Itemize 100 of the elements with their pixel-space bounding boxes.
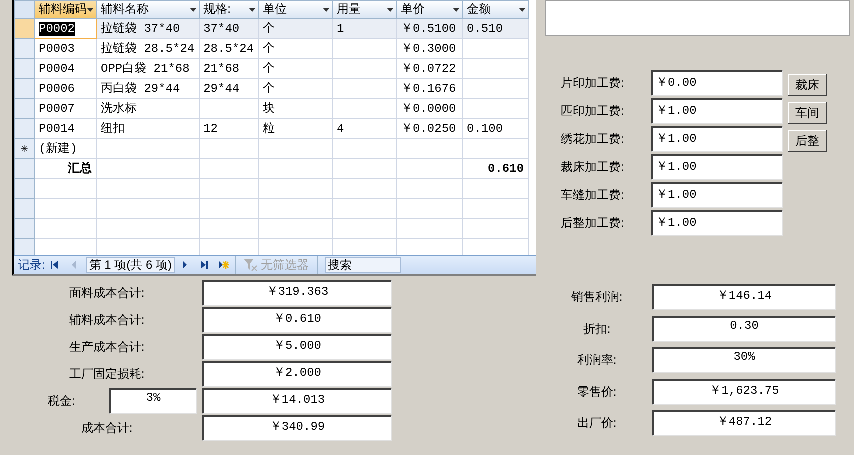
table-cell [462, 78, 529, 98]
table-cell [332, 58, 397, 78]
price-field[interactable]: ￥146.14 [652, 284, 836, 310]
column-header[interactable]: 辅料名称 [96, 0, 200, 18]
table-cell: ￥0.0722 [396, 58, 463, 78]
new-row-marker: ✳ [14, 138, 34, 158]
record-position-field[interactable]: 第 1 项(共 6 项) [86, 257, 176, 273]
dropdown-arrow-icon[interactable] [519, 8, 526, 12]
cost-field[interactable]: ￥319.363 [202, 280, 392, 306]
field-label: 车缝加工费: [561, 187, 626, 204]
column-header[interactable]: 金额 [462, 0, 529, 18]
field-label: 销售利润: [570, 289, 624, 306]
table-cell: 块 [258, 98, 333, 118]
price-field[interactable]: ￥487.12 [652, 410, 836, 436]
dropdown-arrow-icon[interactable] [387, 8, 394, 12]
table-cell: 0.100 [462, 118, 529, 138]
department-button[interactable]: 裁床 [788, 74, 827, 96]
fee-field[interactable]: ￥1.00 [651, 98, 783, 124]
fee-field[interactable]: ￥1.00 [651, 182, 783, 208]
field-label: 生产成本合计: [68, 339, 146, 356]
fee-field[interactable]: ￥1.00 [651, 154, 783, 180]
dropdown-arrow-icon[interactable] [87, 8, 94, 12]
dropdown-arrow-icon[interactable] [453, 8, 460, 12]
table-cell: ￥0.5100 [396, 18, 463, 38]
dropdown-arrow-icon[interactable] [249, 8, 256, 12]
table-cell: ￥0.0250 [396, 118, 463, 138]
cost-field[interactable]: ￥340.99 [202, 415, 392, 441]
table-cell: 12 [199, 118, 259, 138]
new-record-label[interactable]: (新建) [34, 138, 96, 158]
field-label: 辅料成本合计: [68, 312, 146, 329]
table-cell: ￥0.1676 [396, 78, 463, 98]
total-label: 汇总 [34, 158, 96, 178]
table-cell: 1 [332, 18, 397, 38]
price-field[interactable]: 0.30 [652, 316, 836, 342]
table-cell [332, 78, 397, 98]
table-cell: 28.5*24 [199, 38, 259, 58]
total-amount: 0.610 [462, 158, 529, 178]
table-cell: 洗水标 [96, 98, 200, 118]
table-cell [462, 98, 529, 118]
tax-rate-field[interactable]: 3% [109, 388, 197, 414]
table-cell: 拉链袋 28.5*24 [96, 38, 200, 58]
field-label: 工厂固定损耗: [68, 366, 146, 383]
field-label: 利润率: [576, 352, 618, 370]
cost-field[interactable]: ￥2.000 [202, 361, 392, 387]
dropdown-arrow-icon[interactable] [323, 8, 330, 12]
record-label: 记录: [18, 256, 46, 274]
notes-field[interactable] [545, 0, 850, 36]
cost-field[interactable]: ￥0.610 [202, 307, 392, 333]
table-cell: ￥0.0000 [396, 98, 463, 118]
table-cell: 纽扣 [96, 118, 200, 138]
table-cell [199, 98, 259, 118]
table-cell: 丙白袋 29*44 [96, 78, 200, 98]
table-cell: 个 [258, 58, 333, 78]
table-cell [462, 58, 529, 78]
fee-field[interactable]: ￥0.00 [651, 70, 783, 96]
fee-field[interactable]: ￥1.00 [651, 126, 783, 152]
field-label: 成本合计: [80, 420, 134, 437]
table-cell: 37*40 [199, 18, 259, 38]
field-label: 绣花加工费: [561, 131, 626, 148]
table-cell: OPP白袋 21*68 [96, 58, 200, 78]
field-label: 后整加工费: [561, 215, 626, 232]
price-field[interactable]: ￥1,623.75 [652, 378, 836, 405]
field-label: 面料成本合计: [68, 285, 146, 302]
dropdown-arrow-icon[interactable] [190, 8, 197, 12]
column-header[interactable]: 单价 [396, 0, 463, 18]
field-label: 出厂价: [576, 415, 618, 432]
table-cell: 拉链袋 37*40 [96, 18, 200, 38]
column-header[interactable]: 用量 [332, 0, 397, 18]
table-cell: P0014 [34, 118, 96, 138]
department-button[interactable]: 车间 [788, 102, 827, 124]
fee-field[interactable]: ￥1.00 [651, 210, 783, 236]
field-label: 片印加工费: [561, 75, 626, 92]
table-cell: 4 [332, 118, 397, 138]
field-label: 折扣: [582, 320, 612, 338]
field-label: 裁床加工费: [561, 159, 626, 176]
table-cell: 0.510 [462, 18, 529, 38]
table-cell: 个 [258, 78, 333, 98]
price-field[interactable]: 30% [652, 347, 836, 374]
table-cell [462, 38, 529, 58]
table-cell: 29*44 [199, 78, 259, 98]
column-header[interactable]: 单位 [258, 0, 333, 18]
table-cell: P0004 [34, 58, 96, 78]
table-cell: 粒 [258, 118, 333, 138]
table-cell: ￥0.3000 [396, 38, 463, 58]
department-button[interactable]: 后整 [788, 130, 827, 152]
table-cell [332, 98, 397, 118]
table-cell: P0007 [34, 98, 96, 118]
cost-field[interactable]: ￥14.013 [202, 388, 392, 414]
field-label: 税金: [48, 393, 76, 410]
table-cell: 个 [258, 38, 333, 58]
table-cell: P0003 [34, 38, 96, 58]
table-cell: 21*68 [199, 58, 259, 78]
table-cell: 个 [258, 18, 333, 38]
field-label: 匹印加工费: [561, 103, 626, 120]
table-cell: P0006 [34, 78, 96, 98]
search-field[interactable]: 搜索 [325, 257, 402, 273]
column-header[interactable]: 辅料编码 [34, 0, 96, 18]
cost-field[interactable]: ￥5.000 [202, 334, 392, 360]
table-cell: P0002 [34, 18, 96, 38]
column-header[interactable]: 规格: [199, 0, 259, 18]
